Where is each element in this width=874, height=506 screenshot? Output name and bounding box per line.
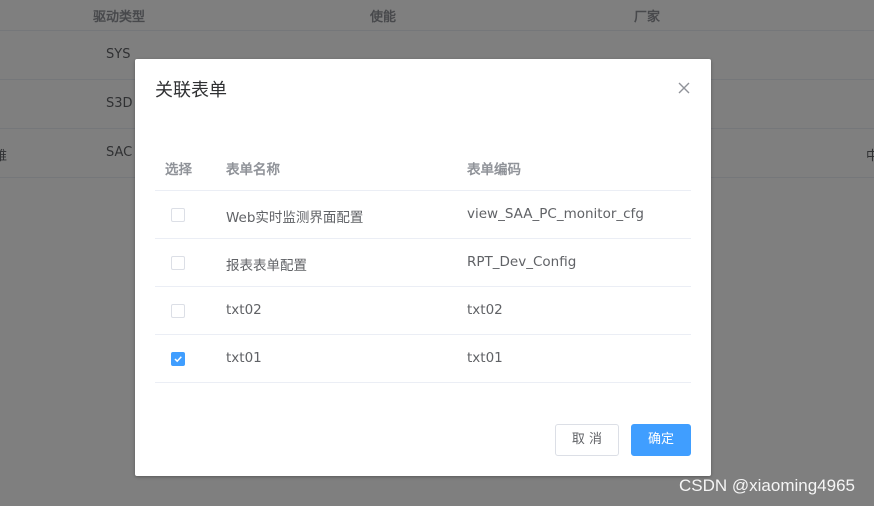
form-code-cell: RPT_Dev_Config — [467, 254, 577, 270]
row-checkbox[interactable] — [171, 304, 185, 318]
header-form-code: 表单编码 — [467, 162, 521, 178]
link-form-dialog: 关联表单 选择 表单名称 表单编码 Web实时监测界面配置 view_SAA_P… — [135, 59, 711, 476]
form-name-cell: txt01 — [226, 350, 262, 366]
table-row: 报表表单配置 RPT_Dev_Config — [155, 239, 691, 287]
form-name-cell: txt02 — [226, 302, 262, 318]
table-row: Web实时监测界面配置 view_SAA_PC_monitor_cfg — [155, 191, 691, 239]
dialog-title: 关联表单 — [155, 80, 227, 101]
form-code-cell: txt02 — [467, 302, 503, 318]
form-code-cell: view_SAA_PC_monitor_cfg — [467, 206, 644, 222]
form-name-cell: Web实时监测界面配置 — [226, 210, 364, 226]
cancel-button[interactable]: 取 消 — [555, 424, 619, 456]
checkmark-icon — [174, 356, 182, 363]
close-button[interactable] — [677, 81, 691, 95]
header-form-name: 表单名称 — [226, 162, 280, 178]
confirm-button[interactable]: 确定 — [631, 424, 691, 456]
watermark: CSDN @xiaoming4965 — [679, 476, 856, 495]
close-icon — [678, 82, 690, 94]
form-name-cell: 报表表单配置 — [226, 258, 307, 274]
header-select: 选择 — [165, 162, 192, 178]
row-checkbox-checked[interactable] — [171, 352, 185, 366]
table-row: txt02 txt02 — [155, 287, 691, 335]
table-row: txt01 txt01 — [155, 335, 691, 383]
form-code-cell: txt01 — [467, 350, 503, 366]
row-checkbox[interactable] — [171, 256, 185, 270]
form-table-header: 选择 表单名称 表单编码 — [155, 143, 691, 191]
row-checkbox[interactable] — [171, 208, 185, 222]
form-table: 选择 表单名称 表单编码 Web实时监测界面配置 view_SAA_PC_mon… — [155, 143, 691, 383]
